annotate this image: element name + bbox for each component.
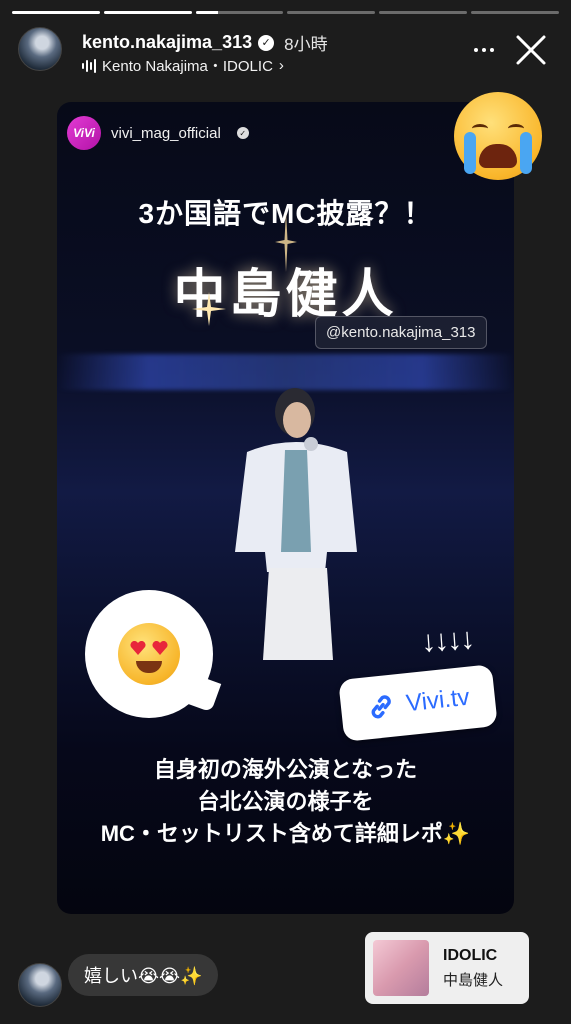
story-viewer: kento.nakajima_313 ✓ 8小時 Kento Nakajima・… (0, 0, 571, 1024)
link-label: Vivi.tv (404, 683, 471, 718)
post-description: 自身初の海外公演となった 台北公演の様子を MC・セットリスト含めて詳細レポ✨ (57, 754, 514, 850)
story-header: kento.nakajima_313 ✓ 8小時 Kento Nakajima・… (16, 24, 561, 78)
performer-photo (235, 388, 357, 660)
reply-avatar[interactable] (18, 963, 62, 1007)
sparkle-icon (275, 212, 297, 272)
music-attribution[interactable]: Kento Nakajima・IDOLIC › (82, 55, 284, 76)
music-label: Kento Nakajima・IDOLIC (102, 58, 273, 75)
description-line: 台北公演の様子を (197, 789, 374, 814)
verified-badge-icon: ✓ (236, 127, 249, 139)
description-line: 自身初の海外公演となった (153, 757, 418, 782)
link-icon (371, 695, 392, 719)
chevron-right-icon: › (278, 57, 284, 74)
more-options-button[interactable] (469, 38, 499, 62)
username[interactable]: kento.nakajima_313 (82, 32, 252, 53)
vivi-logo: ViVi (67, 116, 101, 150)
progress-segment (287, 11, 376, 14)
shared-post-card[interactable]: ViVi vivi_mag_official ✓ 3か国語でMC披露？！ 中島健… (57, 102, 514, 914)
song-artist: 中島健人 (443, 971, 504, 989)
audio-bars-icon (82, 58, 96, 73)
loudly-crying-emoji-icon (454, 92, 542, 180)
song-title: IDOLIC (443, 946, 498, 964)
mention-tag[interactable]: @kento.nakajima_313 (315, 316, 487, 349)
heart-eyes-emoji-icon (118, 623, 180, 685)
link-sticker[interactable]: Vivi.tv (338, 664, 498, 742)
music-sticker[interactable]: IDOLIC 中島健人 (365, 932, 529, 1004)
sparkle-icon (192, 292, 226, 326)
progress-segment (471, 11, 559, 14)
post-author: ViVi vivi_mag_official ✓ (67, 116, 249, 150)
progress-segment (379, 11, 468, 14)
post-account-name: vivi_mag_official (111, 124, 221, 142)
verified-badge-icon: ✓ (258, 34, 275, 51)
progress-segment (12, 11, 100, 14)
close-button[interactable] (513, 32, 549, 68)
emoji-slider-sticker[interactable] (85, 590, 213, 718)
down-arrows: ↓↓↓↓ (419, 622, 475, 659)
username-row: kento.nakajima_313 ✓ 8小時 (82, 30, 328, 55)
reply-message-bubble[interactable]: 嬉しい😭😭✨ (68, 954, 219, 996)
avatar[interactable] (18, 27, 62, 71)
story-progress-bar (12, 11, 559, 14)
album-art (373, 940, 429, 996)
progress-segment (103, 11, 192, 14)
post-time: 8小時 (284, 35, 328, 54)
progress-segment (195, 11, 284, 14)
close-icon (516, 35, 546, 65)
description-line: MC・セットリスト含めて詳細レポ✨ (100, 821, 471, 846)
music-sticker-info: IDOLIC 中島健人 (443, 947, 503, 990)
